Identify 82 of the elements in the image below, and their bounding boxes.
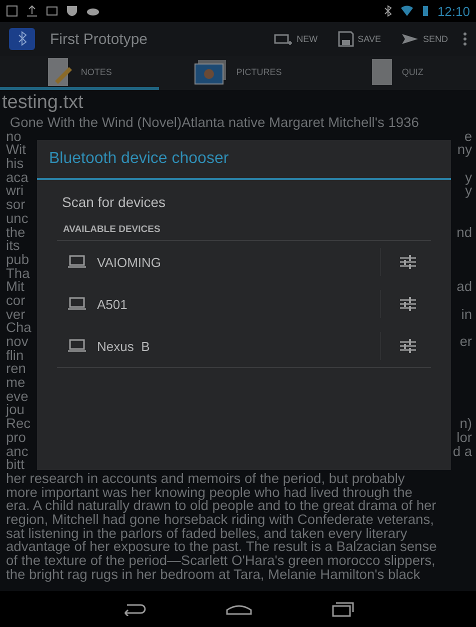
text-line: advantage of her exposure to the past. The result is a Balzacian sense xyxy=(6,540,437,554)
text-fragment: y xyxy=(465,184,472,198)
text-fragment: lor xyxy=(456,430,472,444)
scan-button[interactable]: Scan for devices xyxy=(37,180,451,220)
laptop-icon xyxy=(67,255,87,269)
text-fragment: wri xyxy=(6,184,24,198)
text-line: Gone With the Wind (Novel)Atlanta native Margaret Mitchell's 1936 xyxy=(8,116,419,130)
text-line: of the texture of the period—Scarlett O'Hara's green morocco slippers, xyxy=(6,554,436,568)
text-fragment: the xyxy=(6,226,26,240)
text-line: era. A child naturally drawn to old people and to the great drama of her xyxy=(6,499,436,513)
text-fragment: his xyxy=(6,157,24,171)
recent-apps-icon xyxy=(331,601,355,617)
text-line: region, Mitchell had gone horseback riding with Confederate veterans, xyxy=(6,512,434,527)
laptop-icon xyxy=(67,339,87,353)
text-fragment: pro xyxy=(6,430,26,444)
action-button[interactable]: SEND xyxy=(394,29,454,49)
device-name[interactable]: Nexus B xyxy=(87,332,380,360)
tab[interactable]: NOTES xyxy=(0,56,159,90)
text-fragment: nov xyxy=(6,335,28,349)
send-icon xyxy=(400,33,419,45)
text-line: more important was her knowing people who had lived through the xyxy=(6,486,412,500)
wifi-icon xyxy=(400,5,414,17)
notification-icon xyxy=(6,5,18,17)
text-fragment: eve xyxy=(6,390,28,404)
text-fragment: Wit xyxy=(6,143,26,158)
text-fragment: nd xyxy=(456,226,472,240)
text-fragment: pub xyxy=(6,252,30,267)
image-icon xyxy=(46,5,58,17)
text-fragment: unc xyxy=(6,212,28,226)
cloud-icon xyxy=(86,6,100,16)
file-name: testing.txt xyxy=(1,91,84,115)
upload-icon xyxy=(26,5,38,17)
laptop-icon xyxy=(67,297,87,311)
sliders-icon xyxy=(399,296,417,312)
text-fragment: ren xyxy=(6,362,26,376)
text-line: sat listening in the parlors of faded belles, and taken every literary xyxy=(6,526,408,540)
section-header: AVAILABLE DEVICES xyxy=(57,224,431,241)
clock-time: 12:10 xyxy=(437,4,470,18)
text-fragment: aca xyxy=(6,170,28,184)
text-fragment: ad xyxy=(456,280,472,294)
text-fragment: cor xyxy=(6,294,26,308)
text-fragment: bitt xyxy=(6,458,24,472)
photos-icon xyxy=(194,58,228,84)
text-fragment: y xyxy=(465,170,472,184)
bluetooth-icon xyxy=(384,5,392,17)
text-fragment: jou xyxy=(6,403,24,418)
paper-sheet-icon xyxy=(370,56,394,86)
text-fragment: in xyxy=(461,308,472,322)
sliders-icon xyxy=(399,338,417,354)
text-line: her research in accounts and memoirs of the period, but probably xyxy=(6,472,405,486)
tab[interactable]: PICTURES xyxy=(158,56,318,90)
action-button[interactable]: NEW xyxy=(266,28,324,50)
app-title: First Prototype xyxy=(50,30,148,48)
dialog-title: Bluetooth device chooser xyxy=(37,140,451,180)
battery-icon xyxy=(422,5,430,17)
text-fragment: Cha xyxy=(6,321,32,335)
action-button[interactable]: SAVE xyxy=(332,27,387,51)
text-fragment: its xyxy=(6,239,20,253)
sliders-icon xyxy=(399,254,417,270)
text-fragment: flin xyxy=(6,348,24,362)
text-fragment: er xyxy=(460,335,472,349)
new-note-icon xyxy=(272,32,293,46)
text-fragment: Tha xyxy=(6,266,30,280)
device-name[interactable]: VAIOMING xyxy=(87,248,380,276)
text-fragment: d a xyxy=(452,444,472,458)
overflow-menu-icon xyxy=(462,31,468,47)
text-fragment: no xyxy=(6,130,22,144)
text-fragment: Rec xyxy=(6,417,31,431)
text-fragment: me xyxy=(6,376,26,390)
text-fragment: n) xyxy=(460,417,472,431)
text-line: the bright rag rugs in her bedroom at Tara, Melanie Hamilton's black xyxy=(6,568,420,582)
text-fragment: Mit xyxy=(6,280,24,294)
text-fragment: anc xyxy=(6,444,28,458)
text-fragment: e xyxy=(464,130,472,144)
text-fragment: ny xyxy=(457,143,472,158)
device-name[interactable]: A501 xyxy=(87,290,380,318)
tab[interactable]: QUIZ xyxy=(317,56,476,90)
bluetooth-app-icon xyxy=(8,27,36,51)
shield-icon xyxy=(66,5,78,17)
text-fragment: sor xyxy=(6,198,26,212)
text-fragment: ver xyxy=(6,308,26,322)
notepad-pencil-icon xyxy=(46,56,73,86)
